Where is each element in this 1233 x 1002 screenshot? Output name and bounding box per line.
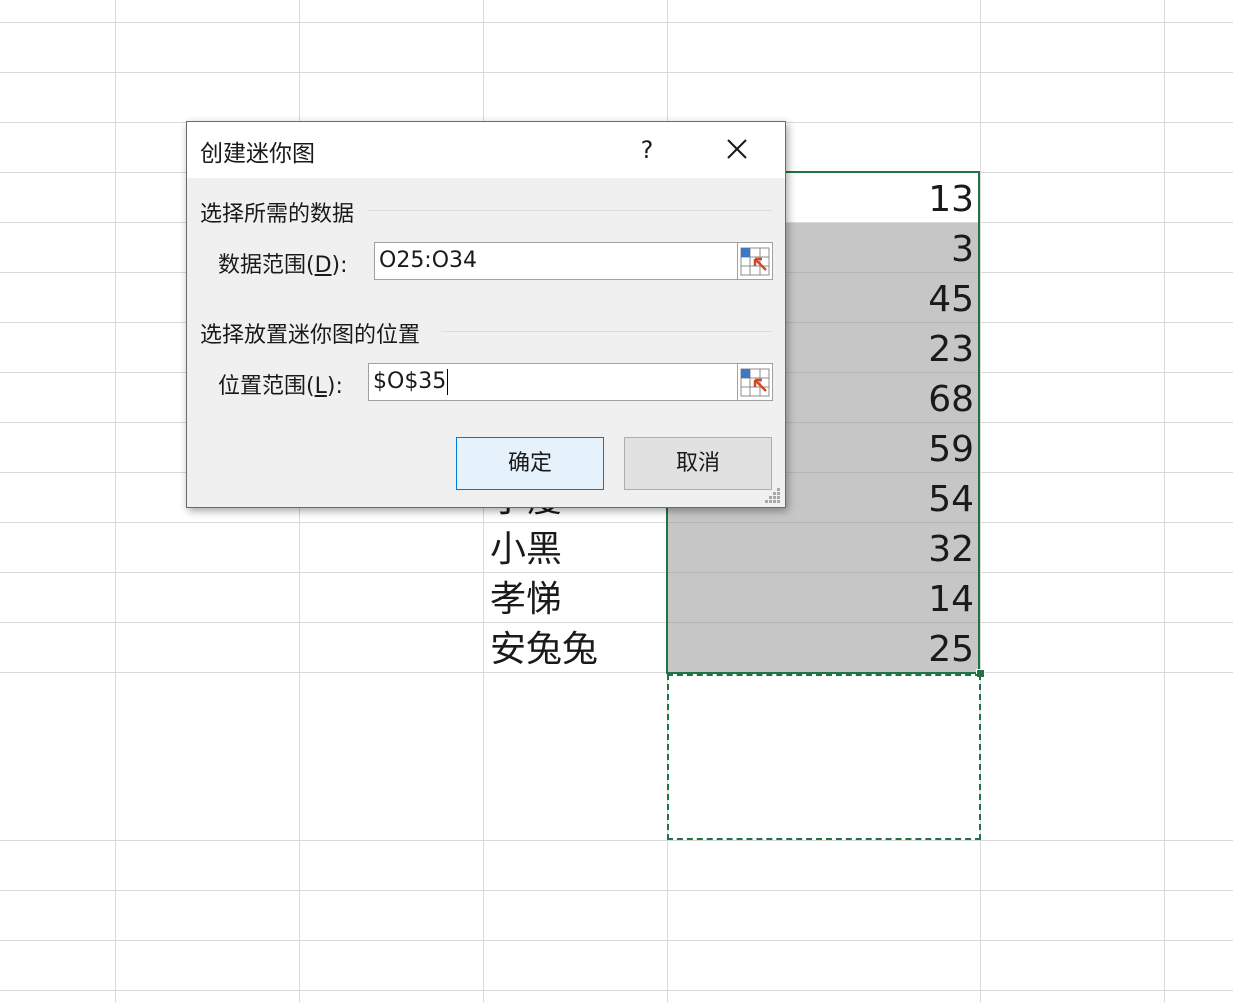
dialog-title: 创建迷你图 <box>200 141 315 167</box>
column-gridline <box>1164 0 1165 1002</box>
help-button[interactable]: ? <box>627 132 667 168</box>
row-gridline <box>0 940 1233 941</box>
location-range-label: 位置范围(L): <box>218 374 343 399</box>
name-cell[interactable]: 孝悌 <box>490 573 666 623</box>
close-button[interactable] <box>713 130 761 170</box>
column-gridline <box>115 0 116 1002</box>
location-range-input[interactable]: $O$35 <box>368 363 738 401</box>
data-range-input[interactable]: O25:O34 <box>374 242 738 280</box>
create-sparklines-dialog: 创建迷你图 ? 选择所需的数据 数据范围(D): O25:O34 选择放置迷你图… <box>186 121 786 508</box>
range-picker-icon <box>740 368 770 397</box>
column-gridline <box>980 0 981 1002</box>
name-cell[interactable]: 小黑 <box>490 523 666 573</box>
range-picker-icon <box>740 247 770 276</box>
section-divider <box>441 331 772 332</box>
row-gridline <box>0 22 1233 23</box>
location-section-label: 选择放置迷你图的位置 <box>200 323 421 348</box>
row-gridline <box>0 890 1233 891</box>
location-range-picker-button[interactable] <box>737 363 773 401</box>
data-range-label: 数据范围(D): <box>218 253 348 278</box>
dialog-titlebar[interactable]: 创建迷你图 ? <box>187 122 785 178</box>
data-range-picker-button[interactable] <box>737 242 773 280</box>
ok-button[interactable]: 确定 <box>456 437 604 490</box>
cancel-button[interactable]: 取消 <box>624 437 772 490</box>
row-gridline <box>0 990 1233 991</box>
name-cell[interactable]: 安兔兔 <box>490 623 666 673</box>
resize-grip-icon[interactable] <box>765 488 781 504</box>
text-caret <box>447 369 449 395</box>
data-section-label: 选择所需的数据 <box>200 202 355 227</box>
close-icon <box>727 139 747 159</box>
row-gridline <box>0 840 1233 841</box>
row-gridline <box>0 72 1233 73</box>
section-divider <box>367 210 772 211</box>
location-marquee <box>667 674 981 840</box>
